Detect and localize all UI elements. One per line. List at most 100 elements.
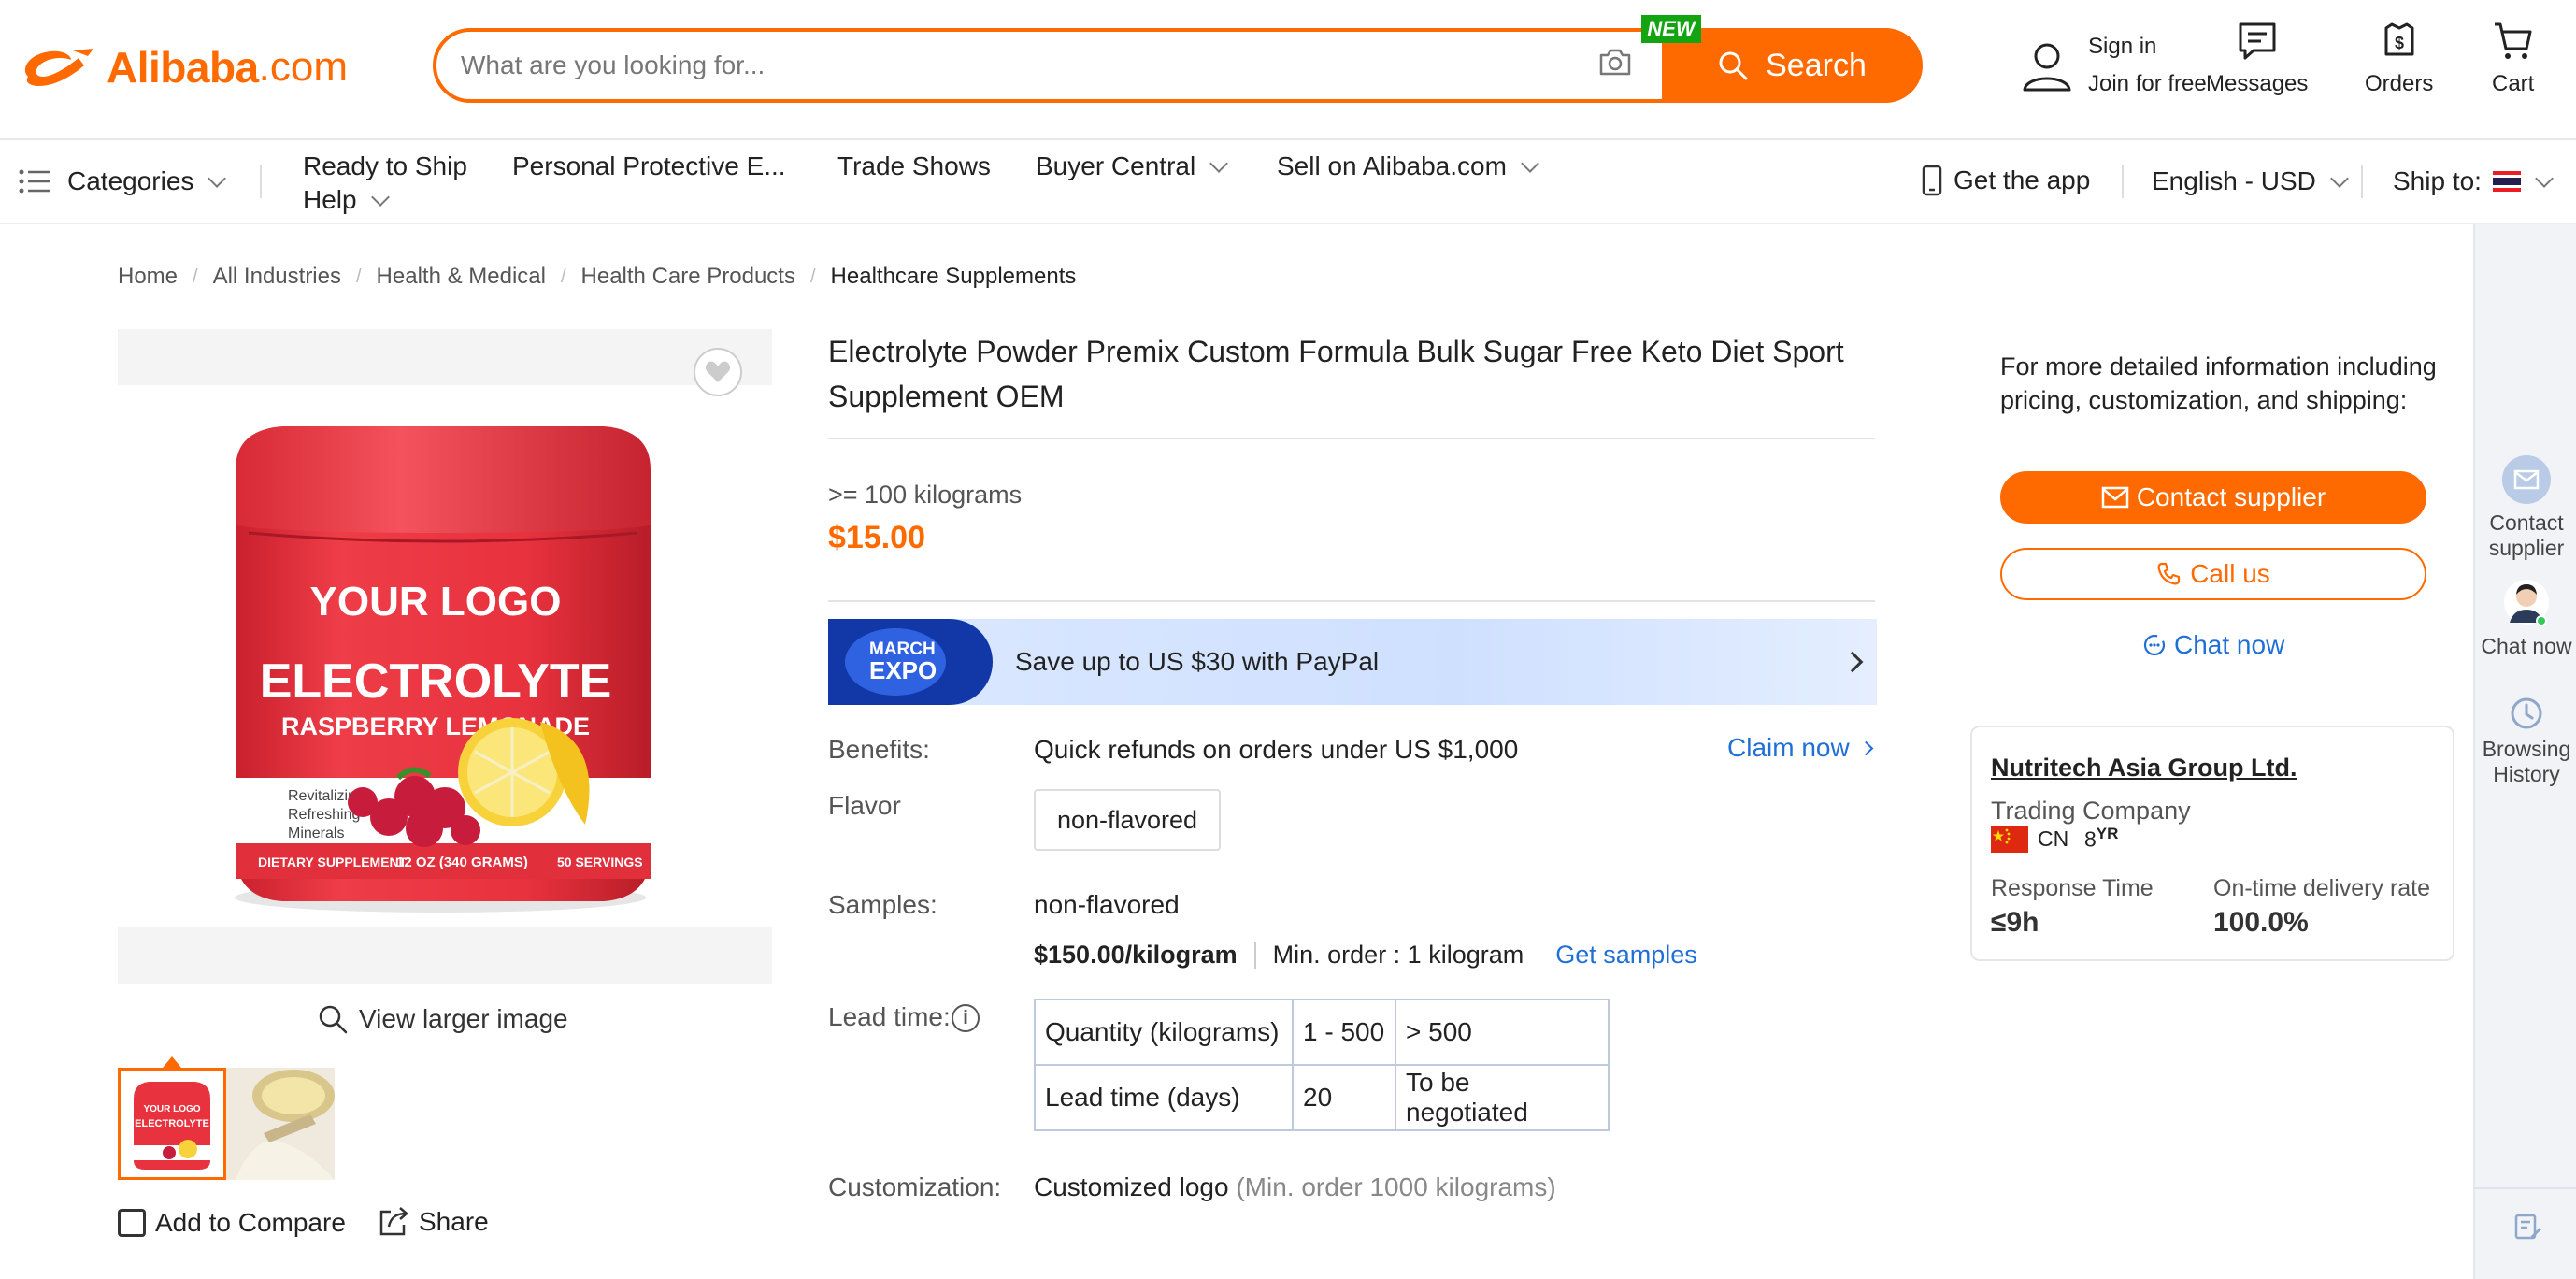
favorite-button[interactable]: [694, 348, 742, 396]
orders-label: Orders: [2365, 71, 2434, 96]
on-time-delivery-value: 100.0%: [2213, 907, 2309, 938]
expo-badge-bottom: EXPO: [869, 656, 937, 684]
view-larger-label: View larger image: [359, 1004, 568, 1033]
logo-suffix: .com: [258, 44, 349, 90]
nav-buyer-central-label: Buyer Central: [1036, 151, 1196, 180]
nav-trade-shows[interactable]: Trade Shows: [837, 151, 991, 181]
jar-footer-text: 12 OZ (340 GRAMS): [396, 855, 528, 870]
nav-bar: Categories Ready to Ship Help Personal P…: [0, 142, 2576, 224]
feedback-icon[interactable]: [2512, 1212, 2542, 1242]
info-icon[interactable]: i: [952, 1004, 980, 1032]
thumbnail-jar-image: YOUR LOGO ELECTROLYTE: [121, 1071, 223, 1177]
sign-in-link[interactable]: Sign in: [2088, 34, 2207, 60]
phone-icon: [1922, 165, 1942, 196]
language-label: English - USD: [2152, 166, 2316, 195]
call-us-button[interactable]: Call us: [2000, 548, 2426, 600]
view-larger-image-link[interactable]: View larger image: [318, 1004, 568, 1034]
nav-ready-to-ship[interactable]: Ready to Ship: [303, 151, 467, 181]
contact-supplier-label: Contact supplier: [2136, 482, 2326, 511]
share-label: Share: [419, 1207, 489, 1236]
magnifier-icon: [319, 1005, 348, 1034]
compare-checkbox[interactable]: [118, 1209, 146, 1237]
heart-icon: [705, 361, 731, 382]
categories-menu[interactable]: Categories: [19, 166, 227, 196]
benefits-label: Benefits:: [828, 735, 930, 764]
envelope-icon: [2502, 455, 2551, 504]
image-padding-bottom: [118, 927, 772, 984]
nav-divider: [260, 165, 262, 198]
product-main-image[interactable]: YOUR LOGO ELECTROLYTE RASPBERRY LEMONADE…: [118, 329, 772, 984]
table-cell: 20: [1292, 1064, 1396, 1131]
flavor-option-non-flavored[interactable]: non-flavored: [1034, 789, 1221, 851]
orders-icon: $: [2384, 22, 2414, 56]
cart-button[interactable]: Cart: [2492, 21, 2534, 97]
search-icon: [1719, 51, 1748, 80]
breadcrumb-item[interactable]: Home: [118, 264, 178, 290]
sign-in-area[interactable]: Sign in Join for free: [2019, 34, 2207, 97]
jar-benefit-text: Refreshing: [288, 807, 360, 823]
nav-sell-on-alibaba[interactable]: Sell on Alibaba.com: [1277, 151, 1539, 181]
cart-icon: [2494, 22, 2532, 59]
breadcrumb-current[interactable]: Healthcare Supplements: [831, 264, 1077, 290]
supplier-years-number: 8: [2084, 826, 2097, 852]
breadcrumb-item[interactable]: Health & Medical: [377, 264, 546, 290]
nav-help[interactable]: Help: [303, 185, 390, 215]
thumbnail-2[interactable]: [226, 1068, 335, 1180]
float-contact-label: Contact supplier: [2488, 510, 2565, 560]
phone-call-icon: [2157, 562, 2181, 585]
chevron-right-icon[interactable]: [1841, 651, 1864, 673]
divider: [2475, 1187, 2576, 1189]
share-button[interactable]: Share: [378, 1206, 489, 1238]
breadcrumb-separator: /: [355, 266, 362, 287]
float-contact-supplier[interactable]: Contact supplier: [2475, 454, 2576, 561]
paypal-promo-banner[interactable]: MARCH EXPO Save up to US $30 with PayPal: [828, 619, 1877, 705]
agent-avatar-icon: [2504, 580, 2549, 626]
language-currency-select[interactable]: English - USD: [2152, 166, 2349, 196]
new-badge: NEW: [1641, 15, 1701, 43]
chat-now-link[interactable]: Chat now: [2142, 630, 2284, 660]
nav-buyer-central[interactable]: Buyer Central: [1036, 151, 1229, 181]
samples-label: Samples:: [828, 890, 937, 919]
float-browsing-history[interactable]: Browsing History: [2475, 696, 2576, 787]
chat-now-label: Chat now: [2174, 630, 2285, 659]
thumbnail-selected-indicator: [163, 1056, 181, 1068]
messages-button[interactable]: Messages: [2206, 21, 2308, 97]
user-icon: [2023, 43, 2071, 92]
breadcrumb-separator: /: [560, 266, 566, 287]
get-app-label: Get the app: [1953, 165, 2091, 194]
nav-personal-protective-label: Personal Protective E...: [512, 151, 786, 180]
add-to-compare[interactable]: Add to Compare: [118, 1208, 346, 1238]
get-samples-link[interactable]: Get samples: [1555, 941, 1697, 970]
join-free-link[interactable]: Join for free: [2088, 71, 2207, 97]
ship-to-select[interactable]: Ship to:: [2393, 166, 2554, 196]
table-row: Quantity (kilograms) 1 - 500 > 500: [1034, 999, 1610, 1066]
jar-benefit-text: Minerals: [288, 826, 344, 841]
supplier-card: Nutritech Asia Group Ltd. Trading Compan…: [1970, 726, 2454, 961]
breadcrumb-item[interactable]: All Industries: [213, 264, 341, 290]
contact-supplier-button[interactable]: Contact supplier: [2000, 471, 2426, 524]
paypal-promo-text: Save up to US $30 with PayPal: [1015, 647, 1380, 676]
supplier-years-unit: YR: [2096, 825, 2119, 842]
on-time-delivery-label: On-time delivery rate: [2213, 875, 2431, 901]
float-history-label: Browsing History: [2482, 737, 2571, 786]
orders-button[interactable]: $ Orders: [2365, 21, 2433, 97]
product-title: Electrolyte Powder Premix Custom Formula…: [828, 335, 1844, 413]
customization-label: Customization:: [828, 1172, 1002, 1201]
breadcrumb-item[interactable]: Health Care Products: [581, 264, 795, 290]
claim-now-link[interactable]: Claim now: [1727, 733, 1873, 763]
nav-personal-protective[interactable]: Personal Protective E...: [512, 151, 786, 181]
messages-label: Messages: [2206, 71, 2309, 96]
alibaba-logo-icon: [24, 49, 93, 86]
get-the-app[interactable]: Get the app: [1922, 165, 2090, 196]
alibaba-logo[interactable]: Alibaba .com: [19, 39, 348, 95]
jar-product-name: ELECTROLYTE: [260, 654, 612, 709]
supplier-name-link[interactable]: Nutritech Asia Group Ltd.: [1991, 754, 2297, 783]
camera-icon[interactable]: [1598, 47, 1632, 77]
image-padding-top: [118, 329, 772, 385]
table-row: Lead time (days) 20 To be negotiated: [1034, 1064, 1610, 1131]
thumbnail-1[interactable]: YOUR LOGO ELECTROLYTE: [118, 1068, 226, 1180]
list-icon: [19, 169, 50, 194]
float-chat-now[interactable]: Chat now: [2475, 578, 2576, 659]
nav-divider: [2361, 165, 2363, 198]
jar-logo-text: YOUR LOGO: [310, 579, 562, 625]
